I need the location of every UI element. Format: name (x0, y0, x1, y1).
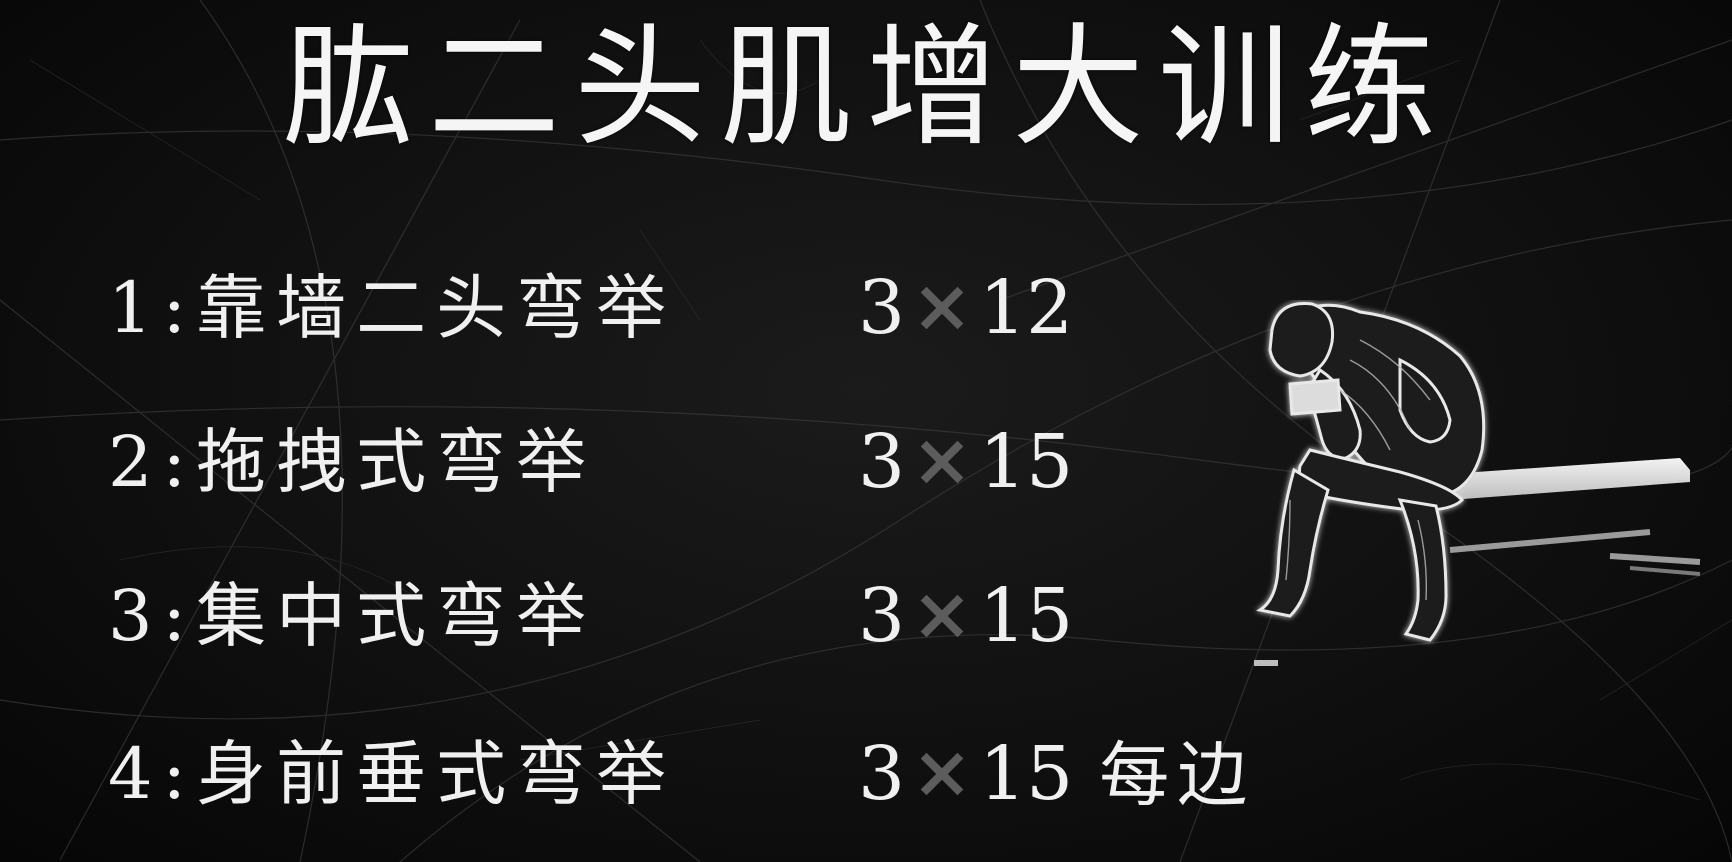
sets-count: 3 (858, 265, 906, 351)
exercise-row: 4:身前垂式弯举 3 15 每边 (0, 714, 1300, 834)
exercise-row: 3:集中式弯举 3 15 (0, 556, 1300, 676)
per-side-note: 每边 (1099, 734, 1256, 816)
exercise-name: 2:拖拽式弯举 (108, 421, 597, 503)
times-icon (920, 440, 964, 484)
reps-count: 15 (979, 731, 1074, 817)
reps-count: 15 (979, 419, 1074, 505)
exercise-row: 2:拖拽式弯举 3 15 (0, 402, 1300, 522)
exercise-name: 1:靠墙二头弯举 (108, 267, 677, 349)
times-icon (920, 286, 964, 330)
exercise-row: 1:靠墙二头弯举 3 12 (0, 248, 1300, 368)
concentration-curl-figure-icon (1254, 302, 1701, 666)
exercise-volume: 3 15 每边 (858, 714, 1255, 835)
exercise-name: 4:身前垂式弯举 (108, 733, 677, 815)
sets-count: 3 (858, 731, 906, 817)
page-title: 肱二头肌增大训练 (282, 11, 1450, 165)
exercise-volume: 3 15 (858, 402, 1073, 522)
reps-count: 15 (979, 573, 1074, 659)
exercise-volume: 3 15 (858, 556, 1073, 676)
slide: 肱二头肌增大训练 1:靠墙二头弯举 3 12 2:拖拽式弯举 3 15 3:集中式弯… (0, 0, 1732, 862)
sets-count: 3 (858, 573, 906, 659)
sets-count: 3 (858, 419, 906, 505)
times-icon (920, 594, 964, 638)
exercise-name: 3:集中式弯举 (108, 575, 597, 657)
reps-count: 12 (979, 265, 1074, 351)
exercise-volume: 3 12 (858, 248, 1073, 368)
times-icon (920, 752, 964, 796)
